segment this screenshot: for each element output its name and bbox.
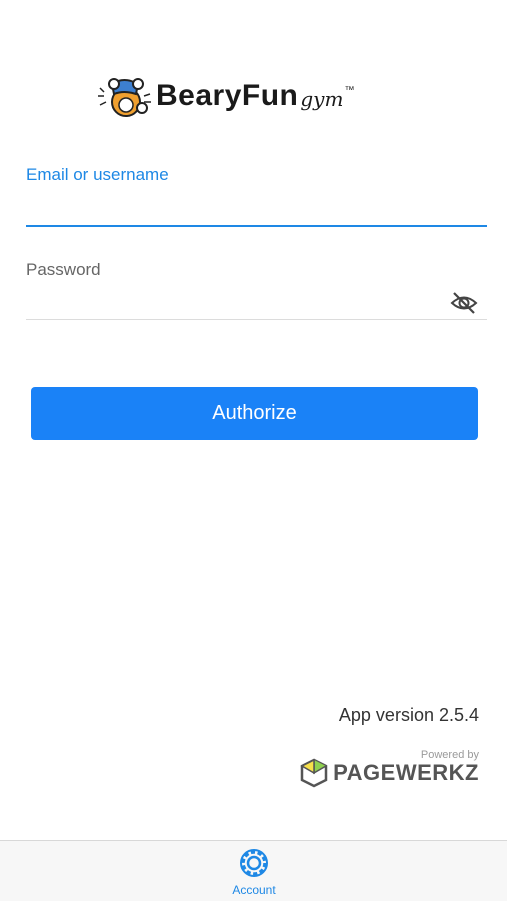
email-label: Email or username	[26, 165, 169, 184]
email-underline	[26, 225, 487, 227]
email-field-group: Email or username	[26, 165, 487, 229]
logo-subtitle: gym	[300, 87, 344, 111]
app-version: App version 2.5.4	[338, 705, 479, 725]
pagewerkz-brand: PAGEWERKZ	[299, 758, 479, 788]
password-underline	[26, 319, 487, 320]
app-logo: BearyFun gym ™	[98, 70, 408, 122]
password-field-group: Password	[26, 260, 487, 322]
password-label: Password	[26, 260, 101, 279]
bear-mascot-icon	[98, 78, 151, 117]
tab-account[interactable]: Account	[218, 845, 290, 899]
tab-bar: Account	[0, 840, 507, 901]
gear-icon	[240, 849, 268, 877]
pagewerkz-wordmark: PAGEWERKZ	[333, 760, 479, 785]
logo-trademark: ™	[344, 85, 355, 96]
eye-slash-icon[interactable]	[449, 290, 479, 316]
pagewerkz-logo-icon	[300, 758, 328, 788]
password-field[interactable]	[26, 290, 436, 316]
tab-account-label: Account	[232, 883, 276, 897]
logo-wordmark: BearyFun	[156, 79, 299, 112]
authorize-button[interactable]: Authorize	[31, 387, 478, 440]
email-field[interactable]	[26, 195, 436, 221]
